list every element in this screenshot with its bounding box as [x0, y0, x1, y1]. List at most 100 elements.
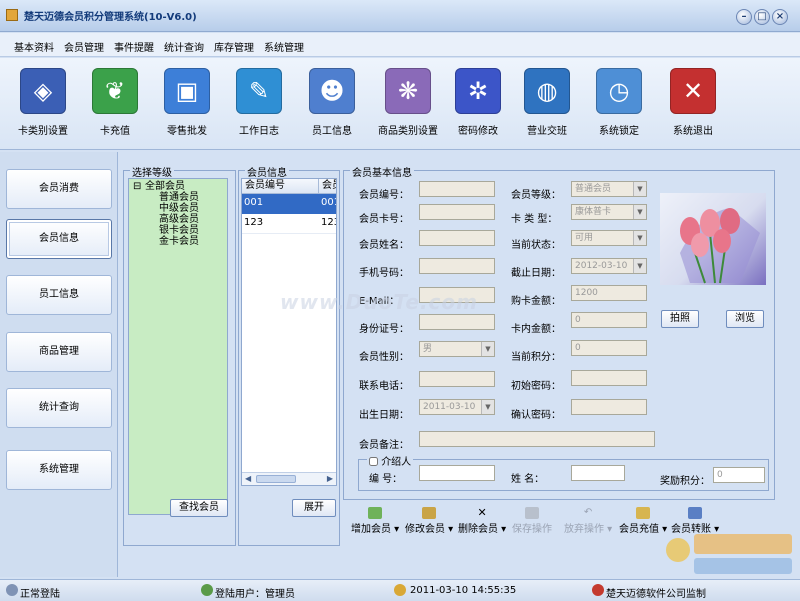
- menu-system[interactable]: 系统管理: [264, 39, 304, 54]
- column-header-member[interactable]: 会员: [319, 179, 336, 194]
- init-password-label: 初始密码：: [511, 381, 561, 392]
- member-no-field[interactable]: [419, 181, 495, 197]
- referrer-name-field[interactable]: [571, 465, 625, 481]
- add-member-button[interactable]: 增加会员 ▾: [351, 507, 399, 535]
- expire-label: 截止日期：: [511, 268, 561, 279]
- expand-button[interactable]: 展开: [292, 499, 336, 517]
- scroll-left-icon[interactable]: ◀: [245, 474, 251, 483]
- referrer-checkbox[interactable]: [369, 457, 378, 466]
- tree-item-level[interactable]: 普通会员: [159, 192, 199, 203]
- name-field[interactable]: [419, 230, 495, 246]
- points-field[interactable]: 0: [571, 340, 647, 356]
- minimize-button[interactable]: –: [736, 9, 752, 25]
- member-form-title: 会员基本信息: [350, 164, 414, 179]
- horizontal-scrollbar[interactable]: ◀ ▶: [242, 472, 336, 485]
- product-category-button[interactable]: ❋ 商品类别设置: [373, 68, 443, 146]
- password-change-button[interactable]: ✲ 密码修改: [443, 68, 513, 146]
- take-photo-button[interactable]: 拍照: [661, 310, 699, 328]
- work-log-button[interactable]: ✎ 工作日志: [224, 68, 294, 146]
- left-navigation: 会员消费 会员信息 员工信息 商品管理 统计查询 系统管理: [0, 152, 118, 577]
- chevron-down-icon[interactable]: ▼: [481, 400, 494, 414]
- menu-inventory[interactable]: 库存管理: [214, 39, 254, 54]
- retail-wholesale-button[interactable]: ▣ 零售批发: [152, 68, 222, 146]
- status-select[interactable]: 可用 ▼: [571, 230, 647, 246]
- menu-member-management[interactable]: 会员管理: [64, 39, 104, 54]
- leaf-icon: ❦: [92, 68, 138, 114]
- confirm-password-label: 确认密码：: [511, 410, 561, 421]
- contact-field[interactable]: [419, 371, 495, 387]
- site-watermark-logo: [660, 528, 796, 580]
- watermark-text: www.DuoTe.com: [280, 290, 478, 314]
- scroll-thumb[interactable]: [256, 475, 296, 483]
- column-header-member-no[interactable]: 会员编号: [242, 179, 319, 194]
- menu-statistics[interactable]: 统计查询: [164, 39, 204, 54]
- maximize-button[interactable]: □: [754, 9, 770, 25]
- delete-member-button[interactable]: ✕ 删除会员 ▾: [458, 507, 506, 536]
- shift-handover-button[interactable]: ◍ 营业交班: [512, 68, 582, 146]
- init-password-field[interactable]: [571, 370, 647, 386]
- reward-points-label: 奖励积分：: [660, 476, 710, 487]
- menu-event-reminder[interactable]: 事件提醒: [114, 39, 154, 54]
- gender-select[interactable]: 男 ▼: [419, 341, 495, 357]
- tree-item-level[interactable]: 银卡会员: [159, 225, 199, 236]
- tree-item-level[interactable]: 高级会员: [159, 214, 199, 225]
- chevron-down-icon[interactable]: ▼: [481, 342, 494, 356]
- chevron-down-icon[interactable]: ▼: [633, 231, 646, 245]
- browse-photo-button[interactable]: 浏览: [726, 310, 764, 328]
- reward-points-field[interactable]: 0: [713, 467, 765, 483]
- gender-label: 会员性别：: [359, 352, 409, 363]
- system-lock-button[interactable]: ◷ 系统锁定: [584, 68, 654, 146]
- card-recharge-button[interactable]: ❦ 卡充值: [80, 68, 150, 146]
- menu-basic-data[interactable]: 基本资料: [14, 39, 54, 54]
- nav-member-info[interactable]: 会员信息: [6, 219, 112, 259]
- add-member-icon: [368, 507, 383, 519]
- undo-icon: ↶: [583, 507, 593, 518]
- name-label: 会员姓名：: [359, 240, 409, 251]
- chevron-down-icon[interactable]: ▼: [633, 259, 646, 273]
- edit-member-button[interactable]: 修改会员 ▾: [405, 507, 453, 535]
- card-category-button[interactable]: ◈ 卡类别设置: [8, 68, 78, 146]
- calendar-clock-icon: ◷: [596, 68, 642, 114]
- chevron-down-icon[interactable]: ▼: [633, 205, 646, 219]
- tree-item-level[interactable]: 金卡会员: [159, 236, 199, 247]
- scroll-right-icon[interactable]: ▶: [327, 474, 333, 483]
- find-member-button[interactable]: 查找会员: [170, 499, 228, 517]
- table-row[interactable]: 001 001: [242, 194, 336, 214]
- cube-icon: ▣: [164, 68, 210, 114]
- referrer-no-field[interactable]: [419, 465, 495, 481]
- cancel-button[interactable]: ↶ 放弃操作 ▾: [564, 507, 612, 535]
- nav-product-management[interactable]: 商品管理: [6, 332, 112, 372]
- nav-member-consumption[interactable]: 会员消费: [6, 169, 112, 209]
- purchase-amount-field[interactable]: 1200: [571, 285, 647, 301]
- card-no-field[interactable]: [419, 204, 495, 220]
- menu-bar: 基本资料 会员管理 事件提醒 统计查询 库存管理 系统管理: [0, 33, 800, 57]
- tree-item-level[interactable]: 中级会员: [159, 203, 199, 214]
- level-select[interactable]: 普通会员 ▼: [571, 181, 647, 197]
- phone-field[interactable]: [419, 258, 495, 274]
- id-no-field[interactable]: [419, 314, 495, 330]
- table-row[interactable]: 123 123: [242, 214, 336, 234]
- login-user: 登陆用户：管理员: [215, 589, 295, 600]
- butterfly-icon: ❋: [385, 68, 431, 114]
- confirm-password-field[interactable]: [571, 399, 647, 415]
- remark-field[interactable]: [419, 431, 655, 447]
- nav-system-management[interactable]: 系统管理: [6, 450, 112, 490]
- company-credit: 楚天迈德软件公司监制: [606, 589, 706, 600]
- employee-info-button[interactable]: ☻ 员工信息: [297, 68, 367, 146]
- nav-employee-info[interactable]: 员工信息: [6, 275, 112, 315]
- save-button[interactable]: 保存操作: [512, 507, 552, 535]
- tree-collapse-icon[interactable]: ⊟: [133, 181, 141, 192]
- birthday-picker[interactable]: 2011-03-10 ▼: [419, 399, 495, 415]
- user-icon: [201, 584, 213, 596]
- expire-date-picker[interactable]: 2012-03-10 ▼: [571, 258, 647, 274]
- member-list-title: 会员信息: [245, 164, 289, 179]
- system-exit-button[interactable]: ✕ 系统退出: [658, 68, 728, 146]
- card-type-select[interactable]: 康体普卡 ▼: [571, 204, 647, 220]
- referrer-title: 介绍人: [367, 453, 414, 468]
- nav-statistics[interactable]: 统计查询: [6, 388, 112, 428]
- tree-root-all-members[interactable]: 全部会员: [145, 181, 185, 192]
- balance-field[interactable]: 0: [571, 312, 647, 328]
- close-button[interactable]: ×: [772, 9, 788, 25]
- chevron-down-icon[interactable]: ▼: [633, 182, 646, 196]
- card-category-icon: ◈: [20, 68, 66, 114]
